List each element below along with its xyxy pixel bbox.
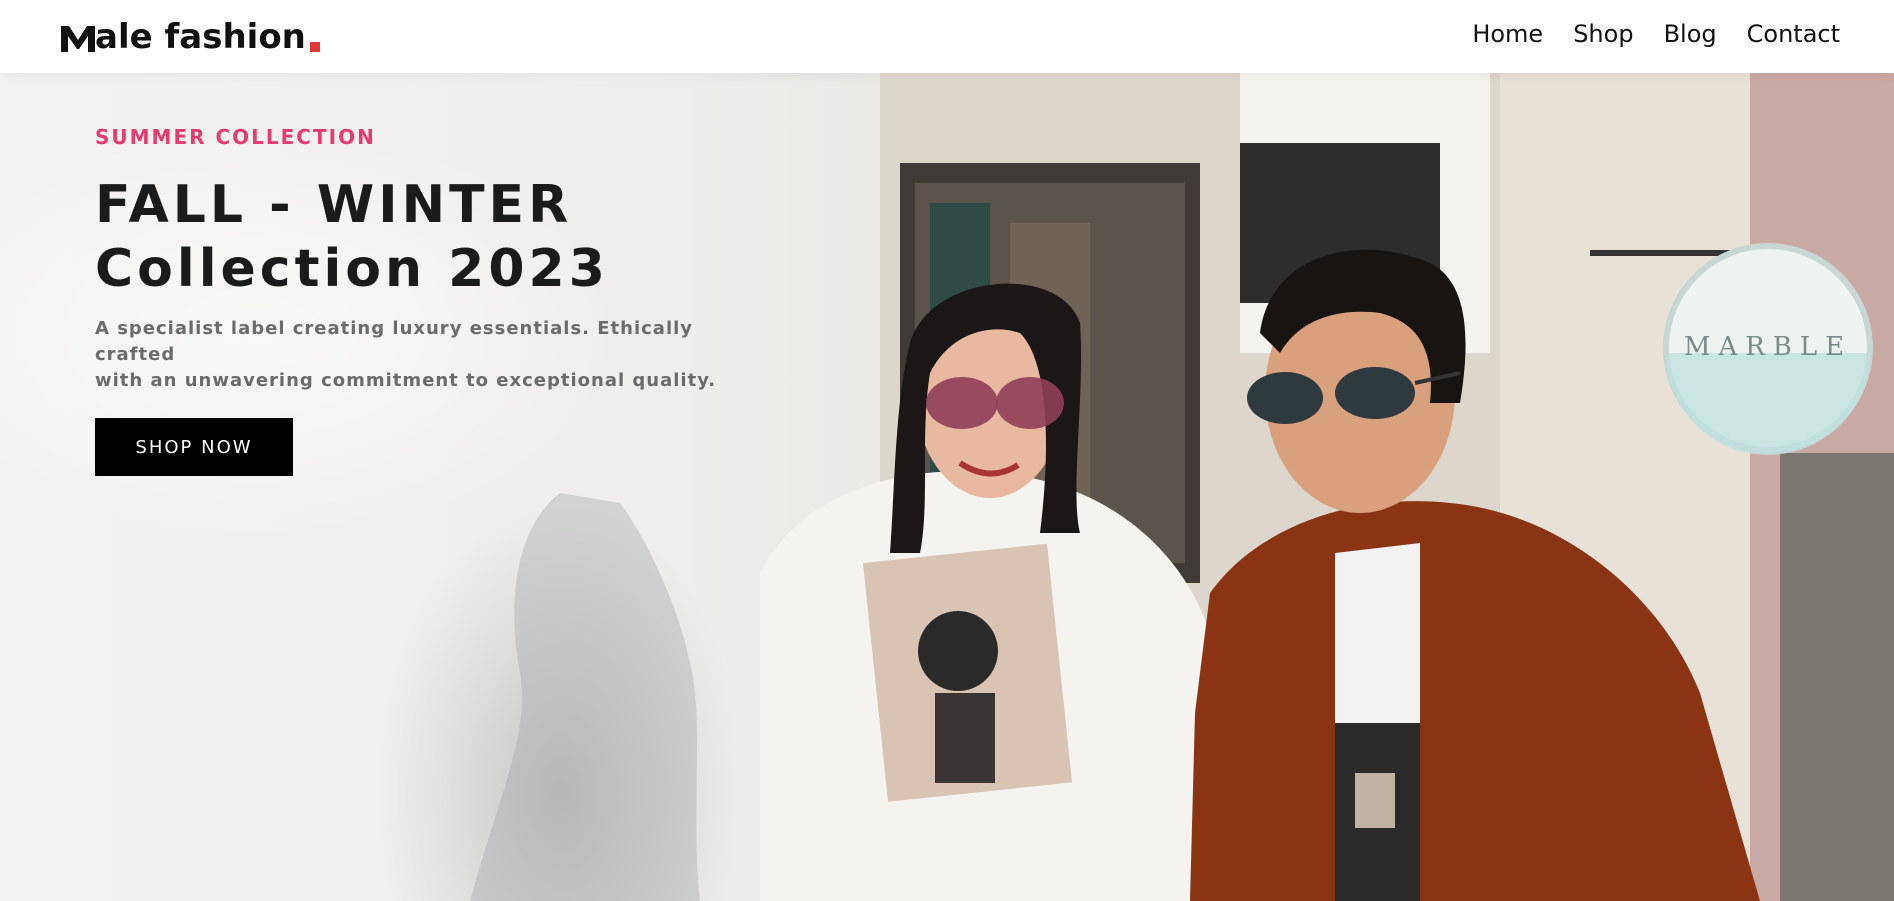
hero-headline-line2: Collection 2023 — [95, 239, 609, 299]
logo-m-icon — [61, 26, 95, 52]
hero-content: SUMMER COLLECTION FALL - WINTER Collecti… — [95, 125, 775, 476]
hero-headline-line1: FALL - WINTER — [95, 175, 573, 235]
nav-item-home[interactable]: Home — [1472, 18, 1543, 50]
hero-description-line1: A specialist label creating luxury essen… — [95, 318, 694, 365]
logo[interactable]: ale fashion — [59, 14, 320, 54]
logo-text: ale fashion — [95, 17, 306, 57]
main-nav: Home Shop Blog Contact — [1472, 18, 1840, 50]
nav-item-shop[interactable]: Shop — [1573, 18, 1633, 50]
hero-description: A specialist label creating luxury essen… — [95, 316, 775, 394]
site-header: ale fashion Home Shop Blog Contact — [0, 0, 1894, 73]
nav-item-blog[interactable]: Blog — [1664, 18, 1717, 50]
shop-now-button[interactable]: SHOP NOW — [95, 418, 293, 476]
logo-dot — [309, 42, 320, 52]
hero-headline: FALL - WINTER Collection 2023 — [95, 173, 775, 301]
hero-banner: MARBLE SUMMER COLLECTION FALL - WINTER C… — [0, 73, 1894, 901]
hero-eyebrow: SUMMER COLLECTION — [95, 125, 376, 149]
sign-text: MARBLE — [1684, 332, 1852, 362]
hero-description-line2: with an unwavering commitment to excepti… — [95, 370, 717, 391]
nav-item-contact[interactable]: Contact — [1747, 18, 1840, 50]
